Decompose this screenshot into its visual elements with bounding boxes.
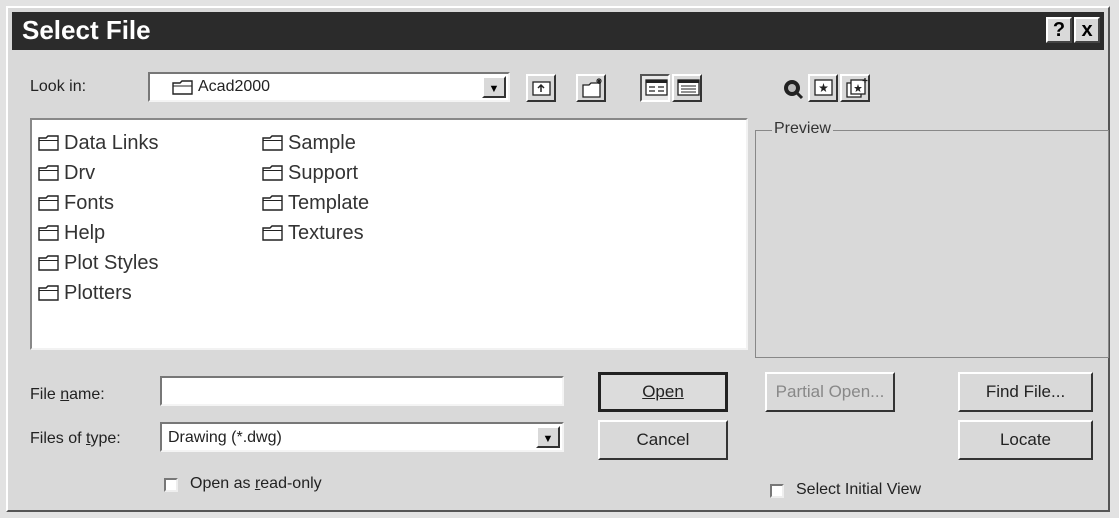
list-view-icon (645, 79, 668, 96)
files-of-type-dropdown[interactable]: Drawing (*.dwg) ▼ (160, 422, 564, 452)
list-view-button[interactable] (640, 74, 670, 102)
read-only-label: Open as read-only (190, 475, 322, 492)
preview-label: Preview (772, 120, 833, 138)
look-in-dropdown-arrow[interactable]: ▼ (482, 76, 506, 98)
file-name-label: File name: (30, 386, 105, 403)
file-name-input[interactable] (160, 376, 564, 406)
folder-name: Template (288, 191, 370, 214)
favorites-icon (814, 79, 833, 96)
cancel-button[interactable]: Cancel (598, 420, 728, 460)
folder-icon (262, 165, 283, 181)
details-view-button[interactable] (672, 74, 702, 102)
file-list-column-1: Data Links Drv Fonts Help Plot Styles Pl… (38, 128, 159, 308)
folder-icon (38, 195, 59, 211)
folder-icon (38, 285, 59, 301)
folder-item-drv[interactable]: Drv (38, 158, 159, 188)
initial-view-label: Select Initial View (796, 481, 922, 498)
folder-icon (262, 195, 283, 211)
window-title: Select File (22, 15, 151, 45)
open-button[interactable]: Open (598, 372, 728, 412)
files-of-type-label: Files of type: (30, 430, 121, 447)
folder-icon (262, 225, 283, 241)
locate-button[interactable]: Locate (958, 420, 1093, 460)
folder-item-help[interactable]: Help (38, 218, 159, 248)
folder-name: Help (64, 221, 106, 244)
folder-icon (38, 165, 59, 181)
folder-name: Textures (288, 221, 364, 244)
folder-icon (38, 225, 59, 241)
folder-name: Data Links (64, 131, 159, 154)
select-file-dialog: Select File ? x Look in: Acad2000 ▼ Data… (6, 6, 1110, 512)
folder-name: Plotters (64, 281, 132, 304)
folder-item-data-links[interactable]: Data Links (38, 128, 159, 158)
folder-item-sample[interactable]: Sample (262, 128, 369, 158)
folder-icon (262, 135, 283, 151)
search-web-button[interactable] (776, 74, 806, 102)
create-new-folder-button[interactable] (576, 74, 606, 102)
folder-name: Sample (288, 131, 356, 154)
create-new-folder-icon (582, 78, 602, 98)
folder-item-support[interactable]: Support (262, 158, 369, 188)
folder-icon (38, 255, 59, 271)
folder-name: Fonts (64, 191, 115, 214)
initial-view-checkbox[interactable] (770, 484, 784, 498)
look-in-dropdown[interactable]: Acad2000 ▼ (148, 72, 510, 102)
folder-item-textures[interactable]: Textures (262, 218, 369, 248)
folder-icon (38, 135, 59, 151)
help-button[interactable]: ? (1046, 17, 1072, 43)
folder-name: Plot Styles (64, 251, 159, 274)
read-only-checkbox[interactable] (164, 478, 178, 492)
up-one-level-button[interactable] (526, 74, 556, 102)
files-of-type-value: Drawing (*.dwg) (168, 429, 282, 446)
look-in-label: Look in: (30, 78, 87, 95)
folder-name: Support (288, 161, 359, 184)
favorites-button[interactable] (808, 74, 838, 102)
preview-box (755, 130, 1109, 358)
files-of-type-dropdown-arrow[interactable]: ▼ (536, 426, 560, 448)
add-to-favorites-button[interactable] (840, 74, 870, 102)
folder-item-template[interactable]: Template (262, 188, 369, 218)
folder-item-fonts[interactable]: Fonts (38, 188, 159, 218)
folder-name: Drv (64, 161, 96, 184)
file-list[interactable]: Data Links Drv Fonts Help Plot Styles Pl… (30, 118, 748, 350)
folder-item-plotters[interactable]: Plotters (38, 278, 159, 308)
folder-item-plot-styles[interactable]: Plot Styles (38, 248, 159, 278)
up-one-level-icon (532, 81, 551, 96)
look-in-value: Acad2000 (198, 78, 271, 95)
title-bar[interactable]: Select File ? x (12, 12, 1104, 50)
folder-icon (172, 80, 193, 95)
partial-open-button[interactable]: Partial Open... (765, 372, 895, 412)
search-web-icon (784, 80, 804, 100)
close-button[interactable]: x (1074, 17, 1100, 43)
file-list-column-2: Sample Support Template Textures (262, 128, 369, 248)
open-button-label: Open (642, 382, 684, 401)
details-view-icon (677, 79, 700, 96)
find-file-button[interactable]: Find File... (958, 372, 1093, 412)
add-to-favorites-icon (846, 78, 868, 98)
